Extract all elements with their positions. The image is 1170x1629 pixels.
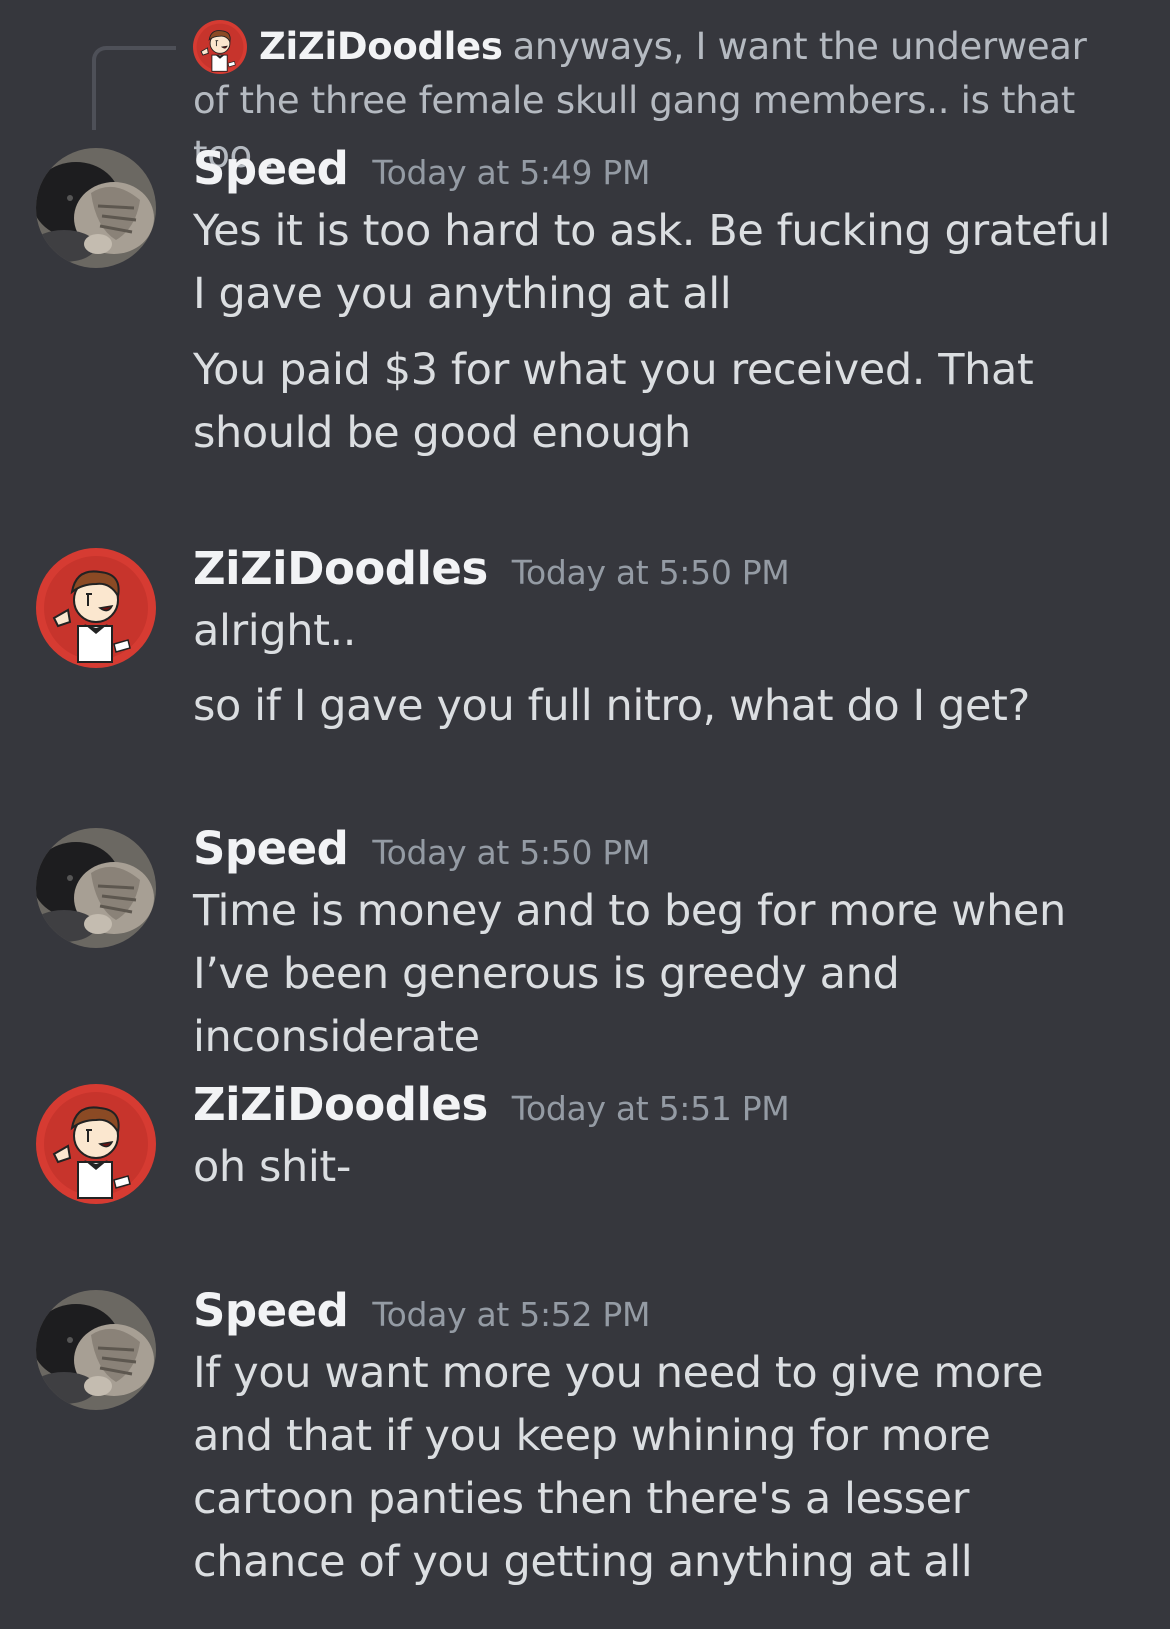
timestamp: Today at 5:49 PM [372,153,651,192]
timestamp: Today at 5:51 PM [511,1089,790,1128]
message-text: If you want more you need to give more a… [193,1348,1044,1587]
username[interactable]: Speed [193,822,349,875]
avatar[interactable] [36,148,156,268]
timestamp: Today at 5:52 PM [372,1295,651,1334]
reply-preview[interactable]: ZiZiDoodles anyways, I want the underwear… [0,0,1170,176]
cat-photo-icon [36,828,156,948]
cat-photo-icon [36,1290,156,1410]
cartoon-character-icon [36,1084,156,1204]
message-header: ZiZiDoodles Today at 5:50 PM [193,542,790,602]
message-text: alright.. [193,606,357,656]
message-header: Speed Today at 5:50 PM [193,822,650,882]
message-text: Yes it is too hard to ask. Be fucking gr… [193,206,1111,319]
message-text: oh shit- [193,1142,352,1192]
username[interactable]: Speed [193,1284,349,1337]
avatar[interactable] [36,548,156,668]
timestamp: Today at 5:50 PM [372,833,651,872]
avatar[interactable] [36,1084,156,1204]
cat-photo-icon [36,148,156,268]
avatar[interactable] [36,1290,156,1410]
message-text: You paid $3 for what you received. That … [193,345,1034,458]
username[interactable]: ZiZiDoodles [193,542,488,595]
reply-connector-line [92,46,176,130]
message-text: so if I gave you full nitro, what do I g… [193,681,1030,731]
message-header: ZiZiDoodles Today at 5:51 PM [193,1078,790,1138]
username[interactable]: ZiZiDoodles [193,1078,488,1131]
message-text: Time is money and to beg for more when I… [193,886,1066,1062]
username[interactable]: Speed [193,142,349,195]
reply-author[interactable]: ZiZiDoodles [259,25,503,68]
avatar[interactable] [36,828,156,948]
message-header: Speed Today at 5:49 PM [193,142,650,202]
cartoon-character-icon [36,548,156,668]
message-header: Speed Today at 5:52 PM [193,1284,650,1344]
timestamp: Today at 5:50 PM [511,553,790,592]
